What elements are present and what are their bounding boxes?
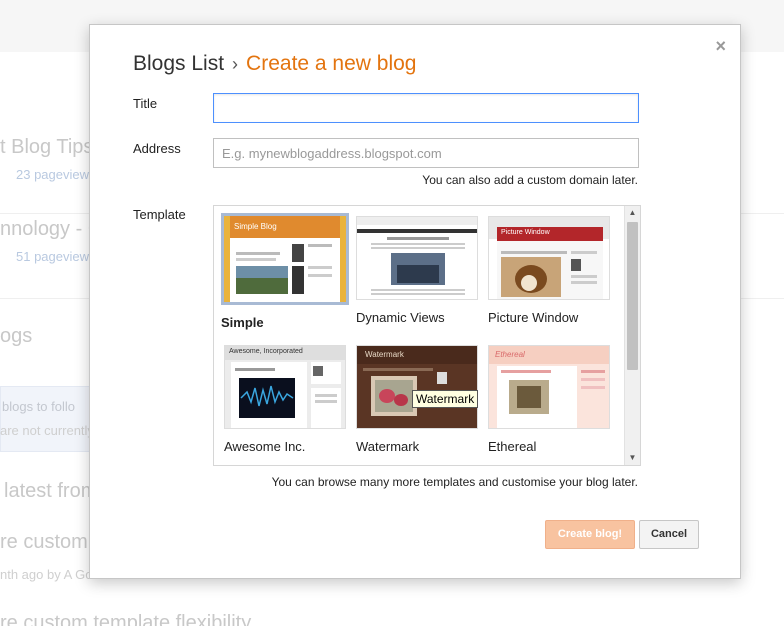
template-dynamic-views[interactable]: Dynamic Views — [356, 216, 482, 325]
template-thumbnail[interactable]: Picture Window — [488, 216, 610, 300]
template-name: Watermark — [356, 439, 420, 454]
dialog-heading: Blogs List › Create a new blog — [133, 52, 417, 76]
bg-post-title: re custom template flexibility — [0, 612, 252, 626]
template-name: Simple — [221, 315, 264, 330]
template-thumbnail[interactable]: Ethereal — [488, 345, 610, 429]
template-name: Ethereal — [488, 439, 537, 454]
bg-post-title: re custom t — [0, 531, 99, 553]
scroll-up-arrow-icon[interactable]: ▲ — [625, 206, 640, 220]
scroll-down-arrow-icon[interactable]: ▼ — [625, 451, 640, 465]
breadcrumb-blogs-list[interactable]: Blogs List — [133, 52, 224, 75]
bg-blog-title: t Blog Tips — [0, 136, 94, 158]
breadcrumb-current: Create a new blog — [246, 52, 417, 75]
template-thumbnail[interactable]: Simple Blog — [221, 213, 349, 305]
bg-section-title: ogs — [0, 325, 33, 347]
template-name: Dynamic Views — [356, 310, 445, 325]
title-input[interactable] — [213, 93, 639, 123]
breadcrumb-separator: › — [232, 54, 239, 74]
create-blog-button[interactable]: Create blog! — [545, 520, 635, 549]
thumb-title: Picture Window — [501, 229, 550, 236]
bg-blog-title: nnology - G — [0, 218, 104, 240]
template-thumbnail[interactable] — [356, 216, 478, 300]
template-label: Template — [133, 207, 186, 222]
template-thumbnail[interactable]: Awesome, Incorporated — [224, 345, 346, 429]
template-ethereal[interactable]: Ethereal Ethereal — [488, 345, 614, 454]
template-picture-window[interactable]: Picture Window Picture Window — [488, 216, 614, 325]
thumb-title: Simple Blog — [234, 222, 277, 231]
bg-section-title: latest from — [4, 480, 98, 502]
dynamic-views-template-preview — [357, 217, 477, 299]
title-label: Title — [133, 96, 158, 111]
address-label: Address — [133, 141, 181, 156]
template-name: Awesome Inc. — [224, 439, 306, 454]
cancel-button[interactable]: Cancel — [639, 520, 699, 549]
bg-post-meta: nth ago by A Go — [0, 567, 93, 582]
bg-blog-pageviews: 51 pageviews — [16, 249, 96, 264]
bg-notice-box — [0, 386, 95, 452]
template-picker: Simple Blog Simple Dynamic Views Picture… — [213, 205, 641, 466]
bg-blog-pageviews: 23 pageviews — [16, 167, 96, 182]
thumb-title: Awesome, Incorporated — [229, 348, 303, 355]
address-input[interactable] — [213, 138, 639, 168]
template-scrollbar[interactable]: ▲ ▼ — [624, 206, 640, 465]
template-tooltip: Watermark — [412, 390, 479, 408]
template-thumbnail[interactable]: Watermark — [356, 345, 478, 429]
bg-notice-text: blogs to follo — [2, 399, 75, 414]
template-hint: You can browse many more templates and c… — [271, 475, 638, 489]
thumb-title: Watermark — [365, 350, 404, 359]
address-hint: You can also add a custom domain later. — [422, 173, 638, 187]
close-icon[interactable]: × — [715, 36, 726, 56]
bg-notice-subtext: are not currently — [0, 423, 94, 438]
thumb-title: Ethereal — [495, 350, 525, 359]
create-blog-dialog: × Blogs List › Create a new blog Title Add… — [89, 24, 741, 579]
awesome-inc-template-preview — [225, 346, 345, 428]
template-simple[interactable]: Simple Blog Simple — [221, 213, 349, 330]
template-name: Picture Window — [488, 310, 579, 325]
scroll-thumb[interactable] — [627, 222, 638, 370]
template-awesome-inc[interactable]: Awesome, Incorporated Awesome Inc. — [224, 345, 350, 454]
